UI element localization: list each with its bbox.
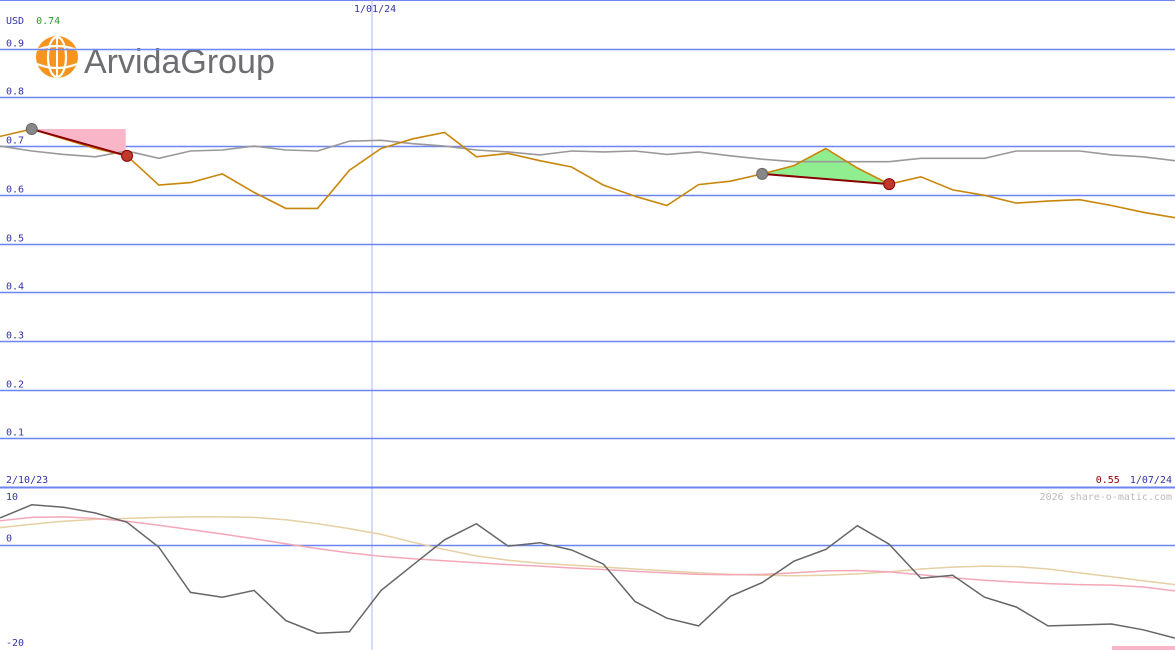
logo-globe-icon	[36, 35, 78, 79]
y-tick-label: 0.9	[6, 39, 24, 50]
signal-start-point	[25, 123, 38, 136]
signal-start-point	[756, 167, 769, 180]
svg-text:USD 0.74: USD 0.74	[6, 16, 60, 27]
signal-end-point	[121, 149, 134, 162]
oscillator-signal-strip	[1112, 646, 1175, 650]
signal-end-point	[883, 178, 896, 191]
oscillator-y-tick-label: -20	[6, 638, 24, 649]
y-tick-label: 0.7	[6, 136, 24, 147]
credit-label: 2026 share-o-matic.com	[1040, 492, 1172, 503]
y-tick-label: 0.5	[6, 234, 24, 245]
current-price: 0.74	[36, 16, 60, 27]
y-tick-label: 0.1	[6, 428, 24, 439]
marker-date-label: 1/01/24	[354, 4, 396, 15]
currency-label: USD	[6, 16, 24, 27]
y-tick-label: 0.6	[6, 185, 24, 196]
price-panel-grid	[0, 0, 1175, 650]
oscillator-y-tick-label: 10	[6, 492, 18, 503]
price-panel-series	[0, 128, 1175, 219]
price-line	[0, 128, 1175, 219]
y-tick-label: 0.2	[6, 380, 24, 391]
price-panel-y-ticks: 0.9 0.8 0.7 0.6 0.5 0.4 0.3 0.2 0.1	[6, 39, 24, 439]
oscillator-panel-y-ticks: 10 0 -20	[6, 492, 24, 649]
y-tick-label: 0.3	[6, 331, 24, 342]
y-tick-label: 0.8	[6, 87, 24, 98]
average-price-line	[0, 139, 1175, 163]
arvida-group-logo: ArvidaGroup	[36, 35, 275, 81]
last-price-label: 0.55	[1096, 475, 1120, 486]
signal-markers	[25, 123, 896, 191]
oscillator-panel-series	[0, 504, 1175, 639]
svg-text:0.55 1/07/24: 0.55 1/07/24	[1096, 475, 1172, 486]
y-tick-label: 0.4	[6, 282, 24, 293]
end-date-label: 1/07/24	[1130, 475, 1172, 486]
start-date-label: 2/10/23	[6, 475, 48, 486]
signal-average-line	[0, 516, 1175, 592]
stock-chart: ArvidaGroup 0.90.80.70.60.50.40.30.20.1 …	[0, 0, 1175, 650]
oscillator-y-tick-label: 0	[6, 534, 12, 545]
oscillator-line	[0, 504, 1175, 639]
